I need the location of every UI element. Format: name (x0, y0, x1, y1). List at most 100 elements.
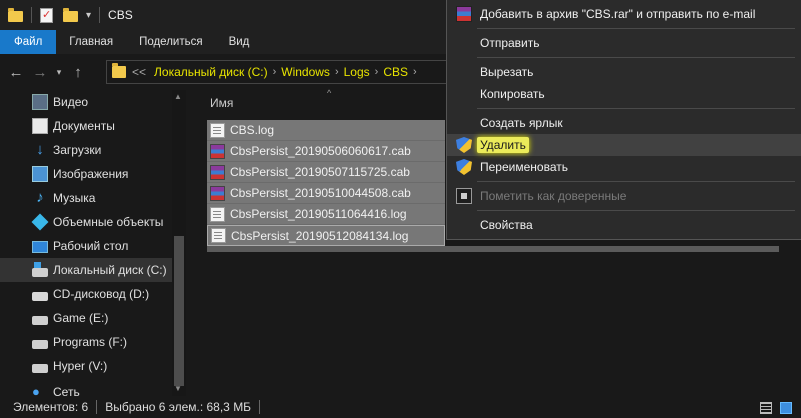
chevron-right-icon[interactable]: › (413, 66, 417, 78)
chevron-right-icon[interactable]: › (375, 66, 379, 78)
status-item-count: Элементов: 6 (13, 400, 89, 414)
sidebar-item-label: Локальный диск (C:) (53, 263, 167, 277)
forward-arrow-icon[interactable]: → (28, 64, 52, 81)
cab-archive-icon (210, 164, 225, 180)
up-arrow-icon[interactable]: ↑ (66, 64, 90, 81)
tab-share[interactable]: Поделиться (126, 30, 216, 54)
sidebar-item-drive-f[interactable]: Programs (F:) (0, 330, 172, 354)
menu-item-delete[interactable]: Удалить (447, 134, 801, 156)
address-overflow-chevrons[interactable]: << (132, 65, 146, 79)
uac-shield-icon (456, 137, 472, 153)
scroll-up-icon[interactable]: ▲ (174, 92, 182, 101)
new-folder-icon[interactable] (63, 7, 78, 23)
drive-icon (32, 363, 48, 373)
sidebar-item-label: CD-дисковод (D:) (53, 287, 150, 301)
menu-divider (477, 57, 795, 58)
menu-item-label: Создать ярлык (480, 116, 563, 130)
context-menu: Добавить в архив "CBS.rar" и отправить п… (446, 0, 801, 240)
file-name: CbsPersist_20190512084134.log (231, 228, 409, 243)
recent-chevron-down-icon[interactable]: ▾ (52, 67, 66, 78)
sidebar-item-videos[interactable]: Видео (0, 90, 172, 114)
sidebar-scrollbar[interactable]: ▲ ▼ (172, 90, 186, 396)
drive-icon (32, 339, 48, 349)
sidebar-scroll-thumb[interactable] (174, 236, 184, 386)
file-row[interactable]: CBS.log (207, 120, 445, 141)
status-divider (96, 400, 98, 414)
back-arrow-icon[interactable]: ← (4, 64, 28, 81)
sidebar-item-pictures[interactable]: Изображения (0, 162, 172, 186)
sidebar-item-drive-e[interactable]: Game (E:) (0, 306, 172, 330)
breadcrumb-cbs[interactable]: CBS (383, 65, 408, 79)
sidebar-item-label: Сеть (53, 385, 80, 396)
large-icons-view-icon[interactable] (780, 402, 792, 414)
title-divider (99, 7, 101, 23)
breadcrumb-windows[interactable]: Windows (281, 65, 330, 79)
menu-item-send-to[interactable]: Отправить (447, 32, 801, 54)
menu-item-rename[interactable]: Переименовать (447, 156, 801, 178)
cd-drive-icon (32, 291, 48, 301)
tab-home[interactable]: Главная (56, 30, 126, 54)
sidebar-item-3d-objects[interactable]: Объемные объекты (0, 210, 172, 234)
tab-view[interactable]: Вид (216, 30, 263, 54)
sidebar-item-documents[interactable]: Документы (0, 114, 172, 138)
log-file-icon (210, 122, 225, 138)
menu-item-label: Вырезать (480, 65, 534, 79)
tab-file[interactable]: Файл (0, 30, 57, 54)
file-row[interactable]: CbsPersist_20190511064416.log (207, 204, 445, 225)
chevron-right-icon[interactable]: › (335, 66, 339, 78)
sidebar-item-label: Programs (F:) (53, 335, 128, 349)
menu-item-properties[interactable]: Свойства (447, 214, 801, 236)
menu-item-cut[interactable]: Вырезать (447, 61, 801, 83)
menu-item-label: Пометить как доверенные (480, 189, 627, 203)
menu-item-create-shortcut[interactable]: Создать ярлык (447, 112, 801, 134)
sidebar-item-label: Объемные объекты (53, 215, 164, 229)
menu-item-label: Копировать (480, 87, 545, 101)
details-view-icon[interactable] (760, 402, 772, 414)
scroll-down-icon[interactable]: ▼ (174, 384, 182, 393)
breadcrumb-logs[interactable]: Logs (344, 65, 370, 79)
sidebar-item-drive-c[interactable]: Локальный диск (C:) (0, 258, 172, 282)
drive-icon (32, 315, 48, 325)
menu-item-label: Отправить (480, 36, 540, 50)
menu-item-label: Удалить (477, 137, 529, 153)
address-bar[interactable]: << Локальный диск (C:) › Windows › Logs … (106, 60, 466, 84)
sidebar-item-downloads[interactable]: ↓ Загрузки (0, 138, 172, 162)
sidebar-item-label: Game (E:) (53, 311, 109, 325)
menu-item-add-to-archive-email[interactable]: Добавить в архив "CBS.rar" и отправить п… (447, 3, 801, 25)
file-row[interactable]: CbsPersist_20190512084134.log (207, 225, 445, 246)
file-row[interactable]: CbsPersist_20190506060617.cab (207, 141, 445, 162)
properties-icon[interactable] (40, 7, 55, 23)
file-list-horizontal-scrollbar[interactable] (207, 246, 779, 252)
status-divider (259, 400, 261, 414)
network-icon: ● (32, 384, 40, 396)
file-row[interactable]: CbsPersist_20190507115725.cab (207, 162, 445, 183)
file-name: CbsPersist_20190510044508.cab (230, 186, 411, 200)
sidebar-item-label: Загрузки (53, 143, 102, 157)
sidebar-item-desktop[interactable]: Рабочий стол (0, 234, 172, 258)
desktop-icon (32, 241, 48, 253)
downloads-folder-icon: ↓ (36, 141, 44, 158)
quick-access-dropdown-icon[interactable]: ▾ (86, 10, 91, 21)
cab-archive-icon (210, 185, 225, 201)
video-folder-icon (32, 94, 48, 110)
documents-folder-icon (32, 118, 48, 134)
system-drive-icon (32, 261, 48, 277)
file-row[interactable]: CbsPersist_20190510044508.cab (207, 183, 445, 204)
sidebar-item-network[interactable]: ● Сеть (0, 380, 172, 396)
breadcrumb-drive-c[interactable]: Локальный диск (C:) (154, 65, 268, 79)
sort-ascending-icon: ^ (327, 88, 332, 98)
column-header-name[interactable]: Имя (210, 96, 233, 110)
sidebar-item-drive-d[interactable]: CD-дисковод (D:) (0, 282, 172, 306)
chevron-right-icon[interactable]: › (273, 66, 277, 78)
winrar-icon (456, 6, 472, 22)
cab-archive-icon (210, 143, 225, 159)
menu-item-copy[interactable]: Копировать (447, 83, 801, 105)
sidebar-item-music[interactable]: ♪ Музыка (0, 186, 172, 210)
log-file-icon (210, 206, 225, 222)
file-name: CBS.log (230, 123, 275, 137)
menu-item-label: Добавить в архив "CBS.rar" и отправить п… (480, 7, 756, 21)
menu-divider (477, 108, 795, 109)
menu-item-label: Переименовать (480, 160, 568, 174)
menu-item-mark-trusted: Пометить как доверенные (447, 185, 801, 207)
sidebar-item-drive-v[interactable]: Hyper (V:) (0, 354, 172, 378)
